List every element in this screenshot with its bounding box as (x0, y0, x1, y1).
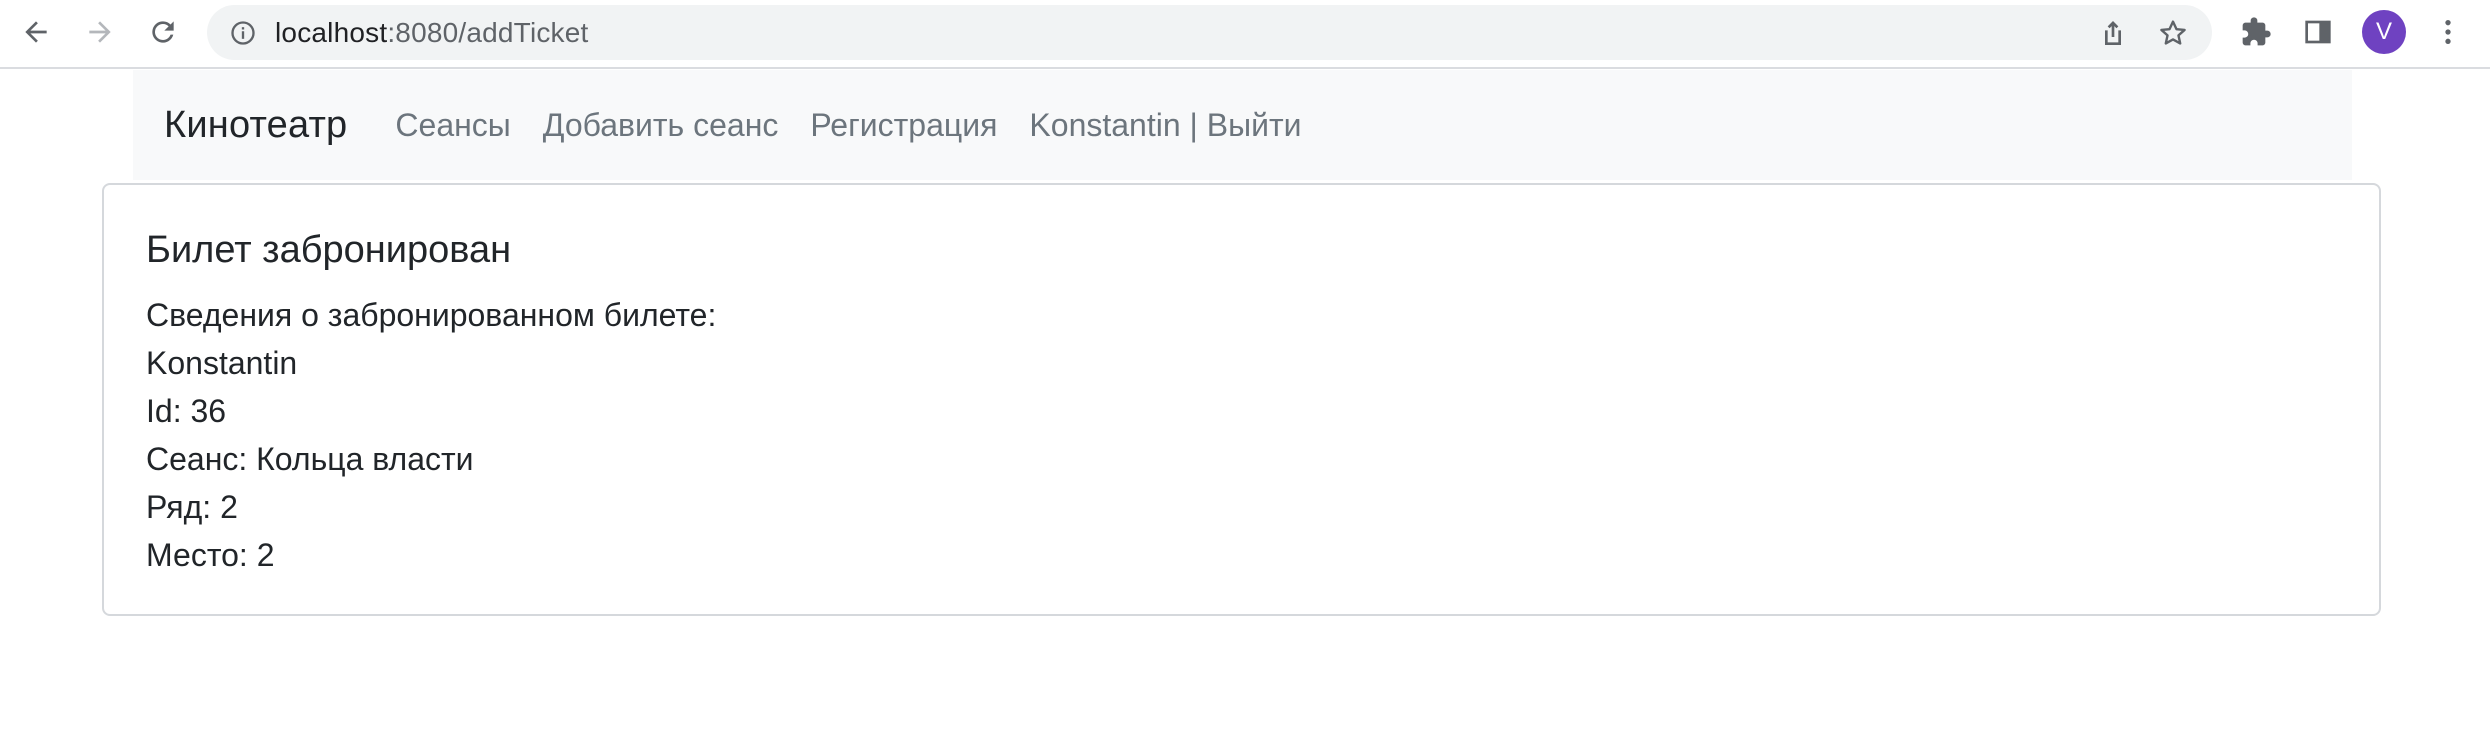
side-panel-button[interactable] (2298, 12, 2338, 52)
url-path: :8080/addTicket (387, 17, 589, 48)
star-icon[interactable] (2157, 17, 2189, 49)
kebab-menu-icon (2445, 20, 2451, 44)
ticket-id: Id: 36 (146, 393, 227, 429)
info-icon[interactable] (229, 19, 257, 47)
nav-link-add-session[interactable]: Добавить сеанс (543, 107, 779, 144)
reload-button[interactable] (143, 12, 183, 52)
extensions-button[interactable] (2236, 12, 2276, 52)
browser-toolbar: localhost:8080/addTicket V (0, 0, 2490, 69)
nav-link-user-logout[interactable]: Konstantin | Выйти (1029, 107, 1301, 144)
forward-button[interactable] (80, 12, 120, 52)
extensions-icon (2242, 17, 2271, 46)
ticket-row: Ряд: 2 (146, 489, 238, 525)
reload-icon (152, 21, 174, 43)
card-title: Билет забронирован (146, 229, 512, 271)
address-bar[interactable]: localhost:8080/addTicket (207, 5, 2212, 60)
ticket-user-name: Konstantin (146, 345, 298, 381)
url-text[interactable]: localhost:8080/addTicket (275, 5, 589, 60)
ticket-seat: Место: 2 (146, 537, 275, 573)
back-arrow-icon (25, 21, 47, 43)
share-icon[interactable] (2097, 17, 2129, 49)
site-navbar: Кинотеатр Сеансы Добавить сеанс Регистра… (133, 70, 2352, 180)
side-panel-icon (2305, 20, 2331, 44)
profile-avatar[interactable]: V (2362, 10, 2406, 54)
ticket-details-heading: Сведения о забронированном билете: (146, 297, 717, 333)
nav-link-sessions[interactable]: Сеансы (395, 107, 510, 144)
browser-menu-button[interactable] (2428, 12, 2468, 52)
ticket-session: Сеанс: Кольца власти (146, 441, 474, 477)
ticket-card: Билет забронирован Сведения о заброниров… (102, 183, 2381, 616)
nav-link-registration[interactable]: Регистрация (810, 107, 997, 144)
url-host: localhost (275, 17, 388, 48)
back-button[interactable] (16, 12, 56, 52)
forward-arrow-icon (89, 21, 111, 43)
navbar-brand[interactable]: Кинотеатр (164, 104, 347, 147)
